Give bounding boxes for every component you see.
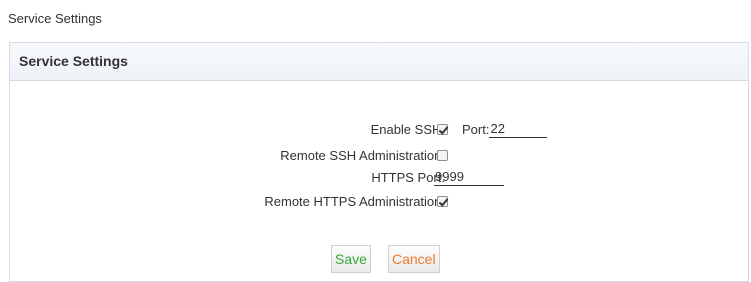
enable-ssh-label: Enable SSH: bbox=[370, 121, 445, 137]
panel-header: Service Settings bbox=[10, 43, 748, 81]
remote-ssh-checkbox[interactable] bbox=[437, 149, 448, 161]
remote-https-checkbox[interactable] bbox=[437, 195, 448, 207]
save-button[interactable]: Save bbox=[331, 245, 371, 273]
https-port-row: HTTPS Port: bbox=[0, 167, 751, 187]
https-port-input[interactable] bbox=[434, 168, 504, 186]
enable-ssh-checkbox[interactable] bbox=[437, 123, 448, 135]
page-title: Service Settings bbox=[8, 11, 102, 26]
cancel-button[interactable]: Cancel bbox=[388, 245, 440, 273]
enable-ssh-row: Enable SSH: Port: bbox=[0, 119, 751, 139]
remote-https-label: Remote HTTPS Administration: bbox=[264, 193, 445, 209]
remote-ssh-row: Remote SSH Administration: bbox=[0, 145, 751, 165]
remote-ssh-label: Remote SSH Administration: bbox=[280, 147, 445, 163]
port-label: Port: bbox=[462, 121, 490, 137]
ssh-port-input[interactable] bbox=[489, 120, 548, 138]
remote-https-row: Remote HTTPS Administration: bbox=[0, 191, 751, 211]
